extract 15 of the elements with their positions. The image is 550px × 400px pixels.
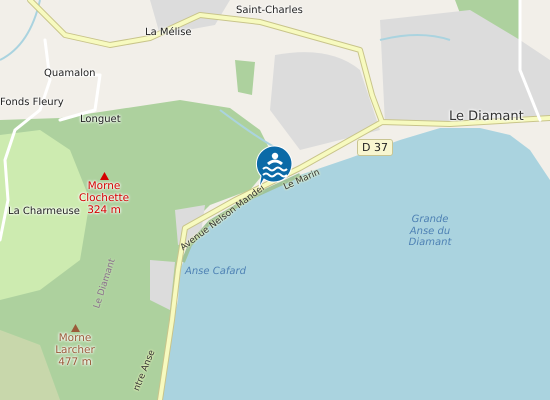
place-label: La Charmeuse <box>8 206 80 217</box>
elevation-label: 477 m <box>57 357 93 369</box>
place-label: Le Diamant <box>449 110 524 124</box>
place-label: Fonds Fleury <box>0 97 64 108</box>
route-shield: D 37 <box>357 139 393 156</box>
place-label: Saint-Charles <box>236 5 303 16</box>
place-label: Longuet <box>80 114 121 125</box>
water-label: Anse Cafard <box>185 266 246 277</box>
peak-label: Morne Larcher <box>54 333 96 356</box>
peak-label: Morne Clochette <box>78 181 130 204</box>
road-label: ntre Anse <box>132 349 158 393</box>
place-label: Quamalon <box>44 68 96 79</box>
place-label: La Mélise <box>145 27 192 38</box>
road-label: Le Marin <box>282 168 322 194</box>
water-label: Grande Anse du Diamant <box>408 214 453 248</box>
